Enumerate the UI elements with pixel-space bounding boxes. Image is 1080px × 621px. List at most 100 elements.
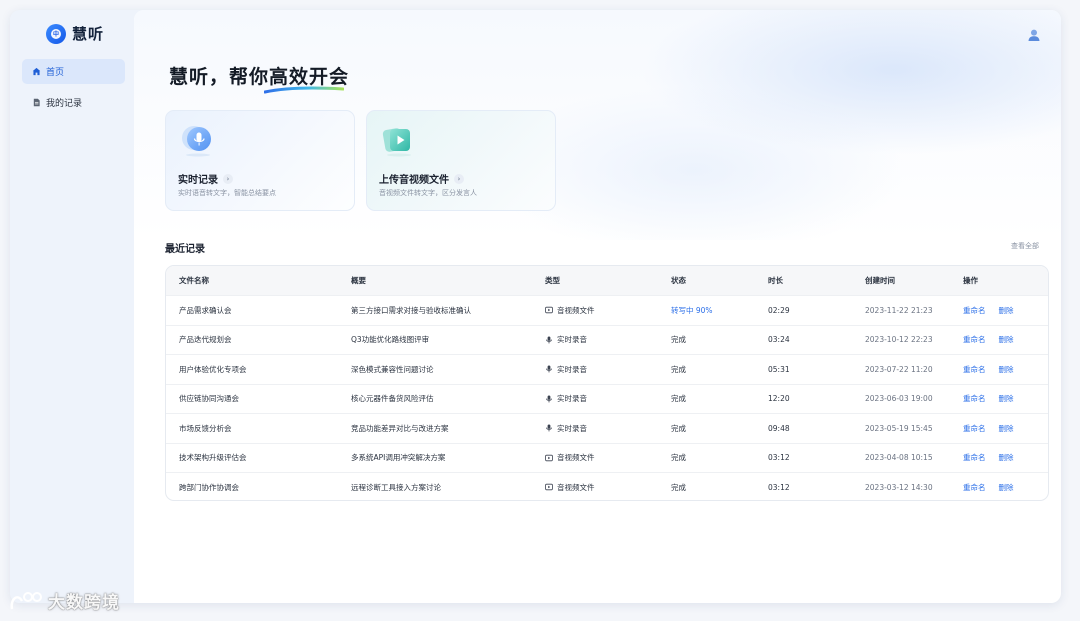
- status: 完成: [671, 482, 686, 492]
- video-icon: [545, 483, 553, 491]
- realtime-record-card[interactable]: 实时记录 › 实时语音转文字，智能总结要点: [165, 110, 355, 211]
- sidebar-nav: 首页 我的记录: [22, 59, 125, 121]
- sidebar-item-home[interactable]: 首页: [22, 59, 125, 84]
- type-label: 音视频文件: [557, 305, 595, 315]
- delete-button[interactable]: 删除: [999, 364, 1014, 375]
- row-actions: 重命名 删除: [963, 482, 1043, 493]
- status: 完成: [671, 335, 686, 345]
- chevron-right-icon: ›: [223, 173, 233, 184]
- duration: 12:20: [768, 394, 790, 404]
- summary: 核心元器件备货风险评估: [351, 394, 434, 404]
- rename-button[interactable]: 重命名: [963, 334, 986, 345]
- file-name[interactable]: 用户体验优化专项会: [166, 364, 351, 375]
- type-cell: 音视频文件: [545, 482, 671, 493]
- sidebar-item-label: 我的记录: [46, 99, 83, 109]
- brand[interactable]: 中 慧听: [46, 23, 104, 44]
- brand-logo-icon: 中: [46, 23, 71, 44]
- rename-button[interactable]: 重命名: [963, 452, 986, 463]
- type-cell: 实时录音: [545, 423, 671, 434]
- type-label: 实时录音: [557, 423, 587, 433]
- type-label: 音视频文件: [557, 482, 595, 492]
- table-row[interactable]: 技术架构升级评估会 多系统API调用冲突解决方案 音视频文件 完成 03:12 2023-…: [166, 442, 1048, 473]
- type-label: 实时录音: [557, 364, 587, 374]
- watermark-logo-icon: [10, 591, 42, 609]
- microphone-icon: [545, 336, 553, 344]
- row-actions: 重命名 删除: [963, 423, 1043, 434]
- summary: 远程诊断工具接入方案讨论: [351, 482, 441, 492]
- upload-media-card[interactable]: 上传音视频文件 › 音视频文件转文字，区分发言人: [366, 110, 556, 211]
- column-header-type: 类型: [545, 276, 560, 285]
- table-row[interactable]: 市场反馈分析会 竞品功能差异对比与改进方案 实时录音 完成 09:48 2023-05-1…: [166, 413, 1048, 443]
- status: 完成: [671, 394, 686, 404]
- file-name[interactable]: 技术架构升级评估会: [166, 452, 351, 463]
- microphone-icon: [545, 365, 553, 373]
- table-row[interactable]: 产品需求确认会 第三方接口需求对接与验收标准确认 音视频文件 转写中 90% 02:29…: [166, 295, 1048, 325]
- duration: 03:24: [768, 335, 790, 345]
- document-icon: [31, 98, 41, 108]
- delete-button[interactable]: 删除: [999, 482, 1014, 493]
- watermark: 大数跨境: [8, 588, 120, 613]
- type-label: 音视频文件: [557, 453, 595, 463]
- row-actions: 重命名 删除: [963, 305, 1043, 316]
- delete-button[interactable]: 删除: [999, 423, 1014, 434]
- user-icon[interactable]: [1027, 27, 1041, 41]
- type-label: 实时录音: [557, 335, 587, 345]
- home-icon: [31, 67, 41, 77]
- main-panel: 慧听，帮你高效开会 实时记录 › 实时语音转文字，智能总结要点 上传音视频文件 …: [134, 10, 1061, 603]
- card-description: 音视频文件转文字，区分发言人: [379, 189, 477, 197]
- type-cell: 实时录音: [545, 334, 671, 345]
- status: 完成: [671, 423, 686, 433]
- watermark-text: 大数跨境: [48, 593, 120, 613]
- file-name[interactable]: 产品需求确认会: [166, 305, 351, 316]
- row-actions: 重命名 删除: [963, 334, 1043, 345]
- microphone-icon: [182, 126, 211, 157]
- file-name[interactable]: 市场反馈分析会: [166, 423, 351, 434]
- status: 转写中 90%: [671, 305, 713, 315]
- column-header-name: 文件名称: [179, 276, 209, 285]
- delete-button[interactable]: 删除: [999, 393, 1014, 404]
- column-header-actions: 操作: [963, 276, 978, 285]
- file-name[interactable]: 产品迭代规划会: [166, 334, 351, 345]
- column-header-summary: 概要: [351, 276, 366, 285]
- type-label: 实时录音: [557, 394, 587, 404]
- status: 完成: [671, 364, 686, 374]
- table-row[interactable]: 用户体验优化专项会 深色模式兼容性问题讨论 实时录音 完成 05:31 2023-07-2…: [166, 354, 1048, 384]
- summary: 多系统API调用冲突解决方案: [351, 453, 446, 463]
- row-actions: 重命名 删除: [963, 393, 1043, 404]
- rename-button[interactable]: 重命名: [963, 393, 986, 404]
- card-title-text: 上传音视频文件: [379, 175, 449, 186]
- created-time: 2023-11-22 21:23: [865, 305, 933, 315]
- type-cell: 实时录音: [545, 393, 671, 404]
- delete-button[interactable]: 删除: [999, 452, 1014, 463]
- delete-button[interactable]: 删除: [999, 334, 1014, 345]
- table-row[interactable]: 供应链协同沟通会 核心元器件备货风险评估 实时录音 完成 12:20 2023-06-03…: [166, 383, 1048, 414]
- sidebar-item-my-records[interactable]: 我的记录: [22, 90, 125, 115]
- rename-button[interactable]: 重命名: [963, 364, 986, 375]
- rename-button[interactable]: 重命名: [963, 482, 986, 493]
- video-file-icon: [382, 128, 411, 157]
- video-icon: [545, 454, 553, 462]
- created-time: 2023-06-03 19:00: [865, 394, 933, 404]
- brand-logo-text: 中: [51, 28, 61, 39]
- sidebar: 中 慧听 首页 我的记录: [10, 10, 134, 603]
- rename-button[interactable]: 重命名: [963, 423, 986, 434]
- type-cell: 音视频文件: [545, 305, 671, 316]
- delete-button[interactable]: 删除: [999, 305, 1014, 316]
- row-actions: 重命名 删除: [963, 364, 1043, 375]
- duration: 03:12: [768, 453, 790, 463]
- status: 完成: [671, 453, 686, 463]
- table-row[interactable]: 产品迭代规划会 Q3功能优化路线图评审 实时录音 完成 03:24 2023-10-12 …: [166, 324, 1048, 355]
- rename-button[interactable]: 重命名: [963, 305, 986, 316]
- microphone-icon: [545, 395, 553, 403]
- file-name[interactable]: 跨部门协作协调会: [166, 482, 351, 493]
- file-name[interactable]: 供应链协同沟通会: [166, 393, 351, 404]
- row-actions: 重命名 删除: [963, 452, 1043, 463]
- card-title: 实时记录 ›: [178, 171, 233, 186]
- table-row[interactable]: 跨部门协作协调会 远程诊断工具接入方案讨论 音视频文件 完成 03:12 2023-03-…: [166, 472, 1048, 500]
- view-all-link[interactable]: 查看全部: [1011, 241, 1039, 251]
- type-cell: 音视频文件: [545, 452, 671, 463]
- duration: 02:29: [768, 305, 790, 315]
- microphone-icon: [545, 424, 553, 432]
- duration: 03:12: [768, 482, 790, 492]
- recent-records-title: 最近记录: [165, 244, 205, 255]
